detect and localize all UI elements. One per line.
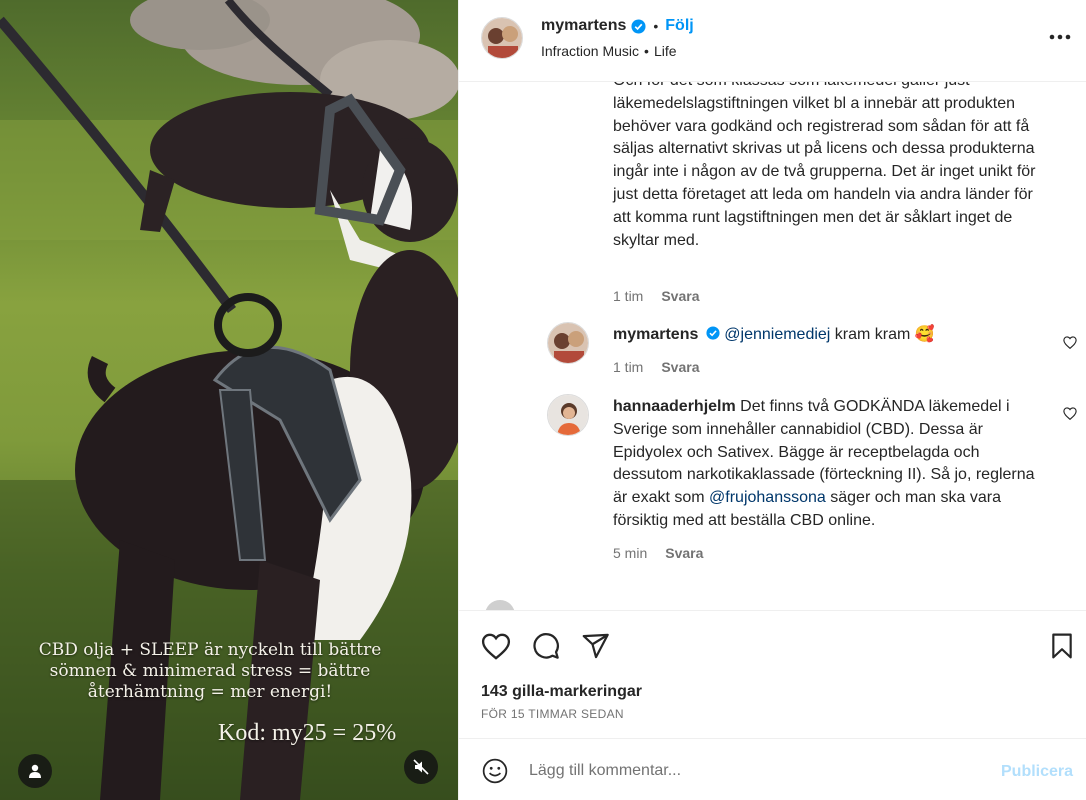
user-tag-icon [29, 764, 41, 778]
comment-meta: 1 tim Svara [613, 359, 700, 375]
save-button[interactable] [1045, 629, 1079, 663]
mention-link[interactable]: @frujohanssona [709, 489, 826, 506]
comment-body: kram kram 🥰 [830, 326, 935, 343]
comment-time[interactable]: 1 tim [613, 359, 643, 375]
comment-text: Och för det som klassas som läkemedel gä… [613, 82, 1036, 249]
like-comment-button[interactable] [1061, 404, 1079, 422]
post-actions: 143 gilla-markeringar FÖR 15 TIMMAR SEDA… [459, 610, 1086, 738]
share-icon [582, 633, 609, 659]
commenter-avatar[interactable] [547, 322, 589, 364]
caption-line: återhämtning = mer energi! [87, 682, 333, 702]
comment-meta: 5 min Svara [613, 545, 703, 561]
post-timestamp[interactable]: FÖR 15 TIMMAR SEDAN [481, 707, 624, 721]
caption-line: CBD olja + SLEEP är nyckeln till bättre [38, 640, 382, 660]
comment-username[interactable]: hannaaderhjelm [613, 398, 736, 415]
comment-meta: 1 tim Svara [613, 288, 700, 304]
post-header: mymartens • Följ Infraction Music • Life [459, 0, 1086, 82]
comment-username[interactable]: mymartens [613, 326, 698, 343]
audio-link[interactable]: Infraction Music [541, 43, 639, 59]
follow-button[interactable]: Följ [665, 17, 693, 35]
publish-button[interactable]: Publicera [1001, 763, 1073, 781]
comments-list[interactable]: Och för det som klassas som läkemedel gä… [459, 82, 1086, 610]
comment-time[interactable]: 1 tim [613, 288, 643, 304]
video-caption: CBD olja + SLEEP är nyckeln till bättre … [0, 640, 420, 703]
likes-count[interactable]: 143 gilla-markeringar [481, 683, 642, 701]
tagged-users-button[interactable] [18, 754, 52, 788]
verified-badge-icon [631, 18, 646, 34]
bookmark-icon [1052, 633, 1072, 659]
comment-text: hannaaderhjelm Det finns två GODKÄNDA lä… [613, 396, 1053, 533]
more-horizontal-icon [1049, 34, 1071, 40]
reply-button[interactable]: Svara [665, 545, 703, 561]
discount-code-text: Kod: my25 = 25% [218, 720, 397, 746]
reply-button[interactable]: Svara [661, 359, 699, 375]
more-options-button[interactable] [1047, 24, 1073, 50]
next-commenter-avatar[interactable] [485, 600, 515, 610]
commenter-avatar[interactable] [547, 394, 589, 436]
heart-outline-icon [1063, 406, 1077, 420]
heart-icon [481, 633, 511, 660]
post-subline: Infraction Music • Life [541, 43, 677, 59]
heart-outline-icon [1063, 335, 1077, 349]
mute-toggle-button[interactable] [404, 750, 438, 784]
like-button[interactable] [479, 629, 513, 663]
emoji-button[interactable] [481, 757, 509, 785]
author-avatar[interactable] [481, 17, 523, 59]
comment-button[interactable] [529, 629, 563, 663]
caption-line: sömnen & minimerad stress = bättre [49, 661, 371, 681]
comment-time[interactable]: 5 min [613, 545, 647, 561]
author-username[interactable]: mymartens [541, 17, 626, 35]
verified-badge-icon [706, 326, 720, 340]
post-panel: mymartens • Följ Infraction Music • Life… [458, 0, 1086, 800]
comment-icon [533, 633, 559, 659]
share-button[interactable] [579, 629, 613, 663]
post-media[interactable]: CBD olja + SLEEP är nyckeln till bättre … [0, 0, 458, 800]
dot-separator: • [653, 18, 659, 34]
emoji-smiley-icon [482, 758, 508, 784]
speaker-muted-icon [413, 759, 429, 775]
comment-input[interactable] [529, 757, 959, 785]
subline-separator: • [644, 43, 649, 59]
category-link[interactable]: Life [654, 43, 677, 59]
mention-link[interactable]: @jenniemediej [724, 326, 830, 343]
like-comment-button[interactable] [1061, 333, 1079, 351]
comment-composer: Publicera [459, 738, 1086, 800]
reply-button[interactable]: Svara [661, 288, 699, 304]
comment-text: mymartens @jenniemediej kram kram 🥰 [613, 324, 1053, 347]
